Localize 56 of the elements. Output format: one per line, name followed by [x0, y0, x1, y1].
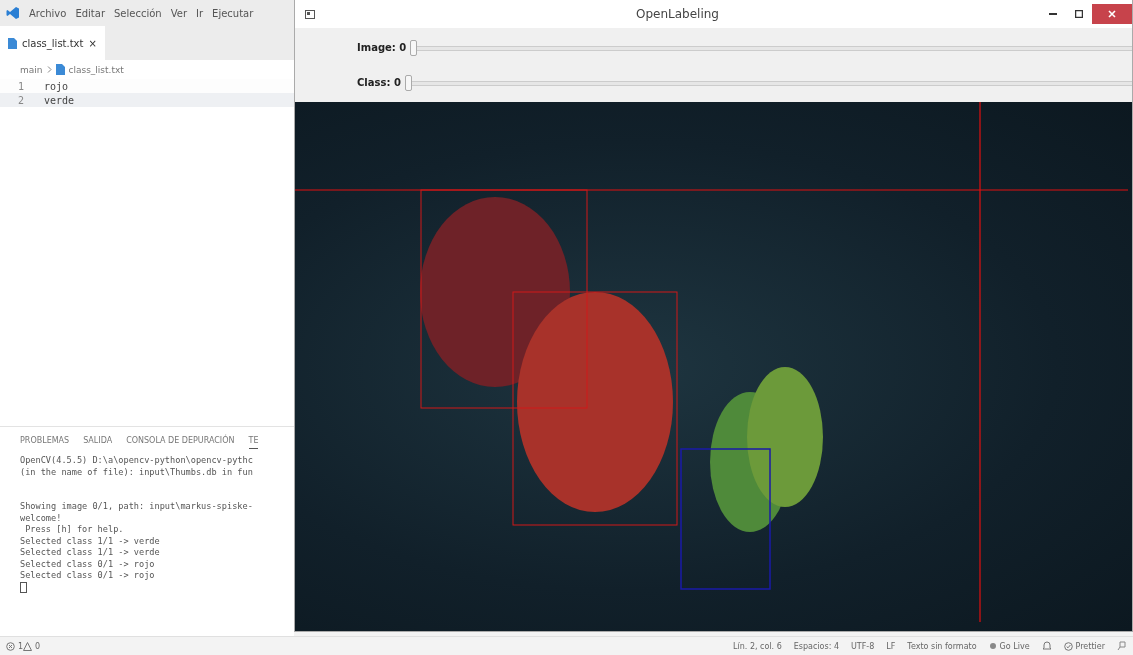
- terminal-line: Selected class 0/1 -> rojo: [20, 570, 156, 582]
- file-icon: [8, 37, 17, 49]
- panel-tab[interactable]: SALIDA: [83, 433, 113, 449]
- status-item[interactable]: LF: [886, 641, 896, 651]
- bell-icon[interactable]: [1041, 641, 1052, 651]
- breadcrumb-item[interactable]: main: [20, 64, 43, 75]
- terminal-cursor: [20, 581, 27, 593]
- slider-thumb[interactable]: [410, 39, 418, 56]
- slider-thumb[interactable]: [404, 74, 412, 91]
- app-icon: [305, 9, 315, 19]
- menu-item[interactable]: Selección: [114, 7, 162, 19]
- breadcrumb-item[interactable]: class_list.txt: [68, 64, 124, 75]
- code-text: rojo: [44, 80, 69, 92]
- slider-label: Class: 0: [357, 77, 401, 88]
- close-icon[interactable]: ×: [88, 37, 97, 49]
- status-item[interactable]: UTF-8: [850, 641, 875, 651]
- warnings-count[interactable]: 0: [23, 641, 41, 651]
- terminal-line: (in the name of file): input\Thumbs.db in fun: [20, 466, 254, 478]
- check-circle-icon: [1063, 641, 1073, 651]
- close-icon: [1108, 10, 1116, 18]
- terminal-line: Selected class 1/1 -> verde: [20, 535, 161, 547]
- tab-label: class_list.txt: [22, 37, 84, 49]
- minimize-icon: [1049, 13, 1057, 15]
- panel-tab[interactable]: PROBLEMAS: [20, 433, 70, 449]
- editor-tab[interactable]: class_list.txt ×: [0, 26, 105, 60]
- status-item[interactable]: Texto sin formato: [907, 641, 977, 651]
- chevron-icon: [46, 66, 52, 73]
- line-number: 1: [16, 80, 25, 92]
- status-item[interactable]: Lín. 2, col. 6: [733, 641, 782, 651]
- slider-label: Image: 0: [357, 42, 407, 53]
- terminal-line: Selected class 1/1 -> verde: [20, 547, 161, 559]
- go-live-button[interactable]: Go Live: [988, 641, 1030, 651]
- terminal-line: Selected class 0/1 -> rojo: [20, 558, 156, 570]
- warning-icon: [23, 641, 33, 651]
- panel-tab[interactable]: TE: [248, 433, 259, 449]
- menu-item[interactable]: Archivo: [29, 7, 67, 19]
- code-text: verde: [44, 94, 75, 106]
- line-number: 2: [16, 94, 25, 106]
- menu-item[interactable]: Ejecutar: [212, 7, 254, 19]
- terminal-line: welcome!: [20, 512, 63, 524]
- file-icon: [55, 64, 65, 75]
- terminal-line: Press [h] for help.: [24, 524, 125, 536]
- error-icon: [6, 641, 15, 651]
- window-title: OpenLabeling: [635, 7, 720, 21]
- terminal-line: OpenCV(4.5.5) D:\a\opencv-python\opencv-pythc: [20, 455, 254, 467]
- prettier-button[interactable]: Prettier: [1063, 641, 1105, 651]
- maximize-icon: [1075, 10, 1083, 18]
- logo-icon: [6, 6, 20, 20]
- broadcast-icon: [988, 642, 997, 650]
- panel-tab[interactable]: CONSOLA DE DEPURACIÓN: [126, 433, 235, 449]
- status-item[interactable]: Espacios: 4: [793, 641, 839, 651]
- menu-item[interactable]: Editar: [75, 7, 105, 19]
- terminal-line: Showing image 0/1, path: input\markus-spiske-: [20, 501, 254, 513]
- menu-item[interactable]: Ir: [196, 7, 204, 19]
- menu-item[interactable]: Ver: [170, 7, 187, 19]
- errors-count[interactable]: 1: [6, 641, 24, 651]
